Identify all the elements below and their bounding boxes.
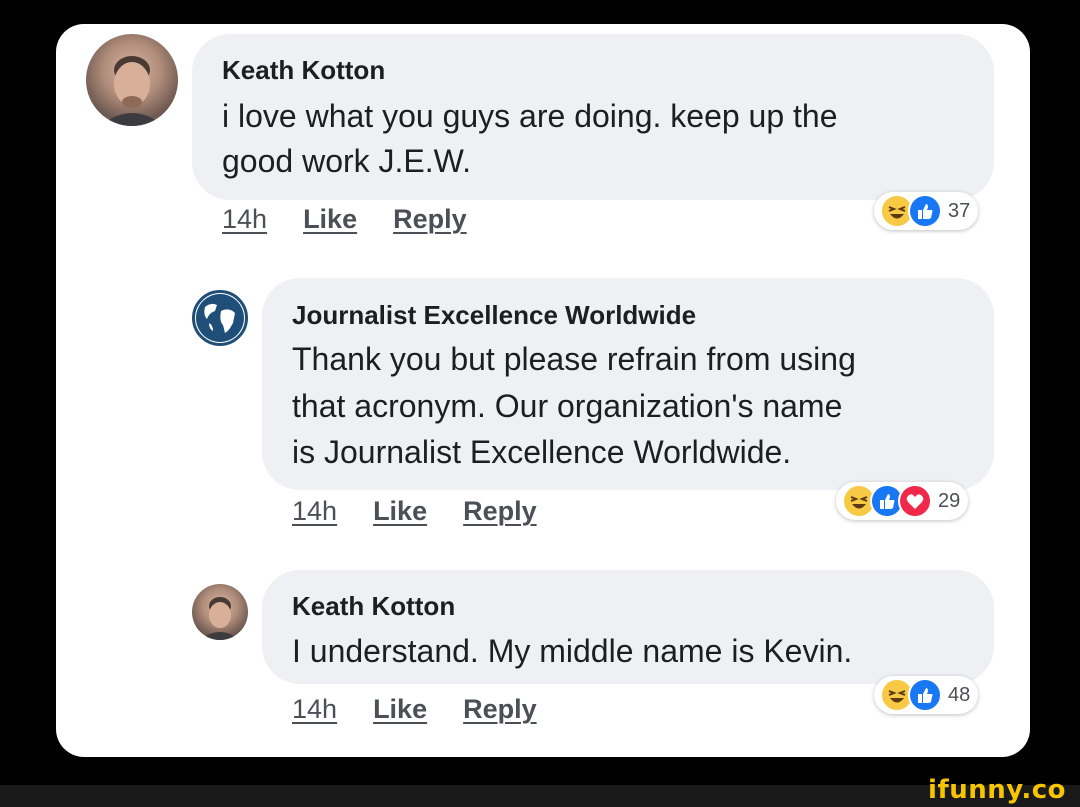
comment-text-line: good work J.E.W. — [222, 143, 471, 179]
comment-time[interactable]: 14h — [222, 204, 267, 235]
reaction-summary[interactable]: 48 — [874, 676, 979, 714]
like-icon — [908, 678, 942, 712]
like-link[interactable]: Like — [373, 496, 427, 527]
comment-thread-card: Keath Kotton i love what you guys are do… — [56, 24, 1030, 757]
comment-author[interactable]: Keath Kotton — [292, 591, 455, 622]
like-link[interactable]: Like — [373, 694, 427, 725]
avatar[interactable] — [86, 34, 178, 126]
reaction-count: 37 — [948, 199, 971, 222]
comment-time[interactable]: 14h — [292, 496, 337, 527]
comment-actions: 14h Like Reply — [292, 496, 537, 527]
globe-icon — [196, 294, 244, 342]
comment-actions: 14h Like Reply — [222, 204, 467, 235]
comment-text-line: Thank you but please refrain from using — [292, 341, 856, 377]
comment-text-line: that acronym. Our organization's name — [292, 388, 843, 424]
comment-text-line: is Journalist Excellence Worldwide. — [292, 434, 792, 470]
comment-text-line: i love what you guys are doing. keep up … — [222, 98, 838, 134]
reaction-count: 48 — [948, 683, 971, 706]
reply-link[interactable]: Reply — [463, 496, 537, 527]
comment-author[interactable]: Journalist Excellence Worldwide — [292, 300, 696, 331]
reply-link[interactable]: Reply — [463, 694, 537, 725]
comment-author[interactable]: Keath Kotton — [222, 55, 385, 86]
watermark: ifunny.co — [928, 775, 1066, 805]
reply-link[interactable]: Reply — [393, 204, 467, 235]
like-link[interactable]: Like — [303, 204, 357, 235]
comment-time[interactable]: 14h — [292, 694, 337, 725]
love-icon — [898, 484, 932, 518]
bottom-strip — [0, 785, 1080, 807]
reaction-summary[interactable]: 37 — [874, 192, 979, 230]
avatar[interactable] — [192, 290, 248, 346]
avatar[interactable] — [192, 584, 248, 640]
reaction-summary[interactable]: 29 — [836, 482, 969, 520]
reaction-count: 29 — [938, 489, 961, 512]
comment-actions: 14h Like Reply — [292, 694, 537, 725]
comment-text-line: I understand. My middle name is Kevin. — [292, 633, 853, 669]
like-icon — [908, 194, 942, 228]
